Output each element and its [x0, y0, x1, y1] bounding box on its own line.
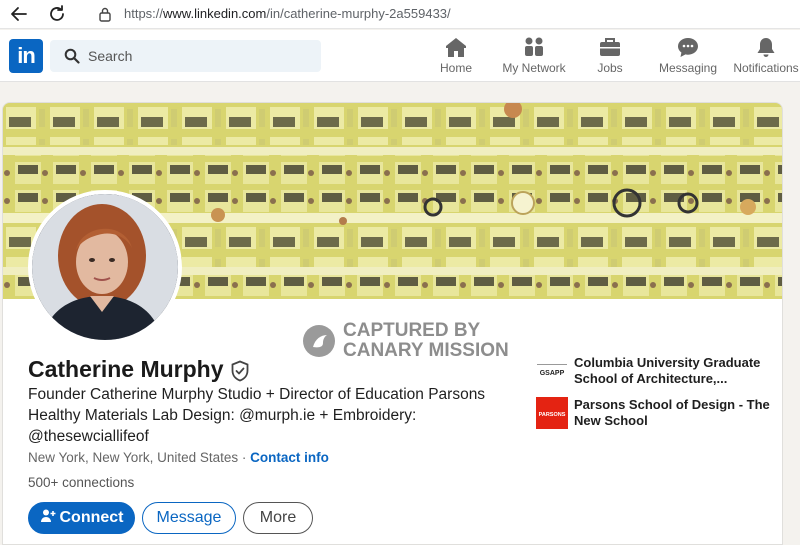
lock-icon[interactable]: [98, 6, 112, 22]
url-text[interactable]: https://www.linkedin.com/in/catherine-mu…: [124, 6, 451, 21]
back-arrow-icon[interactable]: [8, 3, 30, 25]
url-host: www.linkedin.com: [163, 6, 267, 21]
connect-button[interactable]: Connect: [28, 502, 135, 534]
nav-jobs-label: Jobs: [597, 61, 623, 75]
education-name: Parsons School of Design - The New Schoo…: [574, 397, 770, 428]
browser-toolbar: https://www.linkedin.com/in/catherine-mu…: [0, 0, 800, 29]
connections-count[interactable]: 500+ connections: [28, 475, 134, 490]
nav-home-label: Home: [439, 61, 472, 75]
connect-label: Connect: [59, 509, 124, 526]
address-bar[interactable]: https://www.linkedin.com/in/catherine-mu…: [88, 2, 800, 26]
location-separator: ·: [238, 450, 251, 465]
linkedin-header: in Search Home My Network Jobs Messaging…: [0, 30, 800, 82]
profile-headline: Founder Catherine Murphy Studio + Direct…: [28, 386, 486, 445]
linkedin-logo[interactable]: in: [9, 39, 43, 73]
watermark-bird-icon: [303, 325, 335, 357]
url-path: /in/catherine-murphy-2a559433/: [266, 6, 451, 21]
location-text: New York, New York, United States: [28, 450, 239, 465]
nav-home[interactable]: Home: [436, 36, 476, 80]
more-label: More: [259, 509, 297, 526]
profile-name: Catherine Murphy: [28, 356, 250, 383]
search-icon: [64, 48, 80, 64]
nav-notifications-label: Notifications: [733, 61, 799, 75]
nav-messaging-label: Messaging: [658, 61, 718, 75]
watermark-text: CAPTURED BY CANARY MISSION: [343, 321, 509, 361]
profile-name-text: Catherine Murphy: [28, 356, 224, 382]
verified-shield-icon[interactable]: [230, 360, 250, 382]
nav-my-network-label: My Network: [502, 61, 566, 75]
education-parsons[interactable]: PARSONS Parsons School of Design - The N…: [536, 397, 776, 431]
bell-icon: [757, 38, 775, 57]
add-person-icon: [40, 509, 55, 522]
search-input[interactable]: Search: [50, 40, 321, 72]
gsapp-logo: GSAPP: [536, 355, 568, 387]
messaging-icon: [678, 38, 698, 57]
message-button[interactable]: Message: [142, 502, 236, 534]
parsons-logo: PARSONS: [536, 397, 568, 429]
reload-icon[interactable]: [46, 3, 68, 25]
contact-info-link[interactable]: Contact info: [250, 450, 329, 465]
profile-photo[interactable]: [28, 190, 182, 344]
message-label: Message: [156, 509, 222, 526]
canary-mission-watermark: CAPTURED BY CANARY MISSION: [303, 321, 513, 365]
watermark-line1: CAPTURED BY: [343, 320, 481, 341]
svg-text:PARSONS: PARSONS: [539, 412, 566, 418]
watermark-line2: CANARY MISSION: [343, 340, 509, 361]
more-button[interactable]: More: [243, 502, 313, 534]
nav-jobs[interactable]: Jobs: [594, 36, 626, 80]
education-name: Columbia University Graduate School of A…: [574, 355, 761, 386]
svg-text:GSAPP: GSAPP: [540, 370, 565, 377]
search-placeholder: Search: [88, 48, 133, 64]
education-columbia[interactable]: GSAPP Columbia University Graduate Schoo…: [536, 355, 776, 389]
profile-location: New York, New York, United States · Cont…: [28, 450, 329, 465]
network-icon: [525, 37, 543, 56]
nav-notifications[interactable]: Notifications: [732, 36, 800, 80]
nav-my-network[interactable]: My Network: [499, 36, 569, 80]
home-icon: [446, 38, 466, 57]
avatar-image: [32, 194, 178, 340]
briefcase-icon: [600, 38, 620, 56]
nav-messaging[interactable]: Messaging: [657, 36, 719, 80]
profile-card: CAPTURED BY CANARY MISSION Catherine Mur…: [2, 102, 783, 545]
url-prefix: https://: [124, 6, 164, 21]
